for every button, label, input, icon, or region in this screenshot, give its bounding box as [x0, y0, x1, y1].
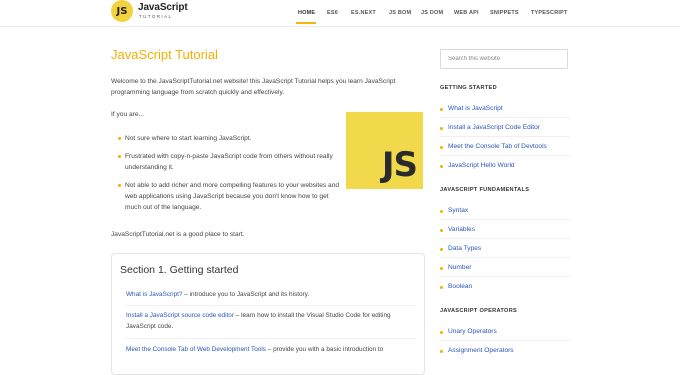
list-item: Not able to add richer and more compelli… — [118, 180, 345, 213]
bullet-dot-icon — [440, 127, 443, 130]
header-divider — [0, 26, 680, 27]
section-desc: – introduce you to JavaScript and its hi… — [182, 291, 310, 298]
good-place-text: JavaScriptTutorial.net is a good place t… — [111, 231, 245, 238]
sidebar-divider — [440, 238, 570, 239]
section-row: Install a JavaScript source code editor … — [126, 310, 416, 332]
nav-typescript[interactable]: TYPESCRIPT — [531, 10, 568, 16]
section-row: Meet the Console Tab of Web Development … — [126, 344, 416, 355]
bullet-dot-icon — [440, 229, 443, 232]
sidebar-divider — [440, 276, 570, 277]
bullet-dot-icon — [440, 210, 443, 213]
nav-web-api[interactable]: WEB API — [454, 10, 479, 16]
js-logo-text: JS — [381, 145, 418, 185]
bullet-dot-icon — [440, 108, 443, 111]
section-link[interactable]: What is JavaScript? — [126, 291, 182, 298]
list-item: Not sure where to start learning JavaScr… — [118, 133, 345, 144]
section-row: What is JavaScript? – introduce you to J… — [126, 289, 416, 300]
sidebar-divider — [440, 257, 570, 258]
intro-paragraph: Welcome to the JavaScriptTutorial.net we… — [111, 78, 396, 96]
nav-active-underline — [296, 22, 316, 24]
bullet-dot-icon — [440, 146, 443, 149]
site-header: JS JavaScript TUTORIAL HOME ES6 ES.NEXT … — [0, 0, 680, 26]
logo-title[interactable]: JavaScript — [138, 2, 188, 13]
section-divider — [126, 305, 416, 306]
page-title: JavaScript Tutorial — [111, 47, 218, 62]
nav-js-bom[interactable]: JS BOM — [389, 10, 411, 16]
nav-snippets[interactable]: SNIPPETS — [490, 10, 519, 16]
sidebar-heading-getting-started: GETTING STARTED — [440, 85, 497, 91]
search-input[interactable] — [440, 49, 568, 69]
reasons-list: Not sure where to start learning JavaScr… — [118, 133, 345, 220]
sidebar-heading-fundamentals: JAVASCRIPT FUNDAMENTALS — [440, 187, 530, 193]
list-item: Frustrated with copy-n-paste JavaScript … — [118, 151, 345, 173]
section-link[interactable]: Meet the Console Tab of Web Development … — [126, 346, 266, 353]
section-card: Section 1. Getting started What is JavaS… — [111, 253, 425, 375]
logo-mark[interactable]: JS — [111, 0, 133, 22]
nav-es6[interactable]: ES6 — [327, 10, 338, 16]
sidebar-divider — [440, 340, 570, 341]
js-logo-image: JS — [346, 112, 423, 189]
bullet-dot-icon — [440, 267, 443, 270]
nav-home[interactable]: HOME — [298, 10, 315, 16]
bullet-dot-icon — [440, 165, 443, 168]
nav-js-dom[interactable]: JS DOM — [421, 10, 443, 16]
logo-subtitle: TUTORIAL — [139, 14, 173, 19]
if-you-are-text: If you are... — [111, 111, 144, 118]
sidebar-divider — [440, 219, 570, 220]
section-divider — [126, 338, 416, 339]
section-desc: – provide you with a basic introduction … — [265, 346, 384, 353]
section-link[interactable]: Install a JavaScript source code editor — [126, 312, 234, 319]
section-title: Section 1. Getting started — [120, 264, 239, 276]
sidebar-divider — [440, 136, 570, 137]
bullet-dot-icon — [440, 286, 443, 289]
sidebar-divider — [440, 117, 570, 118]
bullet-dot-icon — [440, 331, 443, 334]
bullet-dot-icon — [440, 350, 443, 353]
bullet-dot-icon — [440, 248, 443, 251]
sidebar-heading-operators: JAVASCRIPT OPERATORS — [440, 308, 518, 314]
nav-es-next[interactable]: ES.NEXT — [351, 10, 376, 16]
sidebar-divider — [440, 155, 570, 156]
